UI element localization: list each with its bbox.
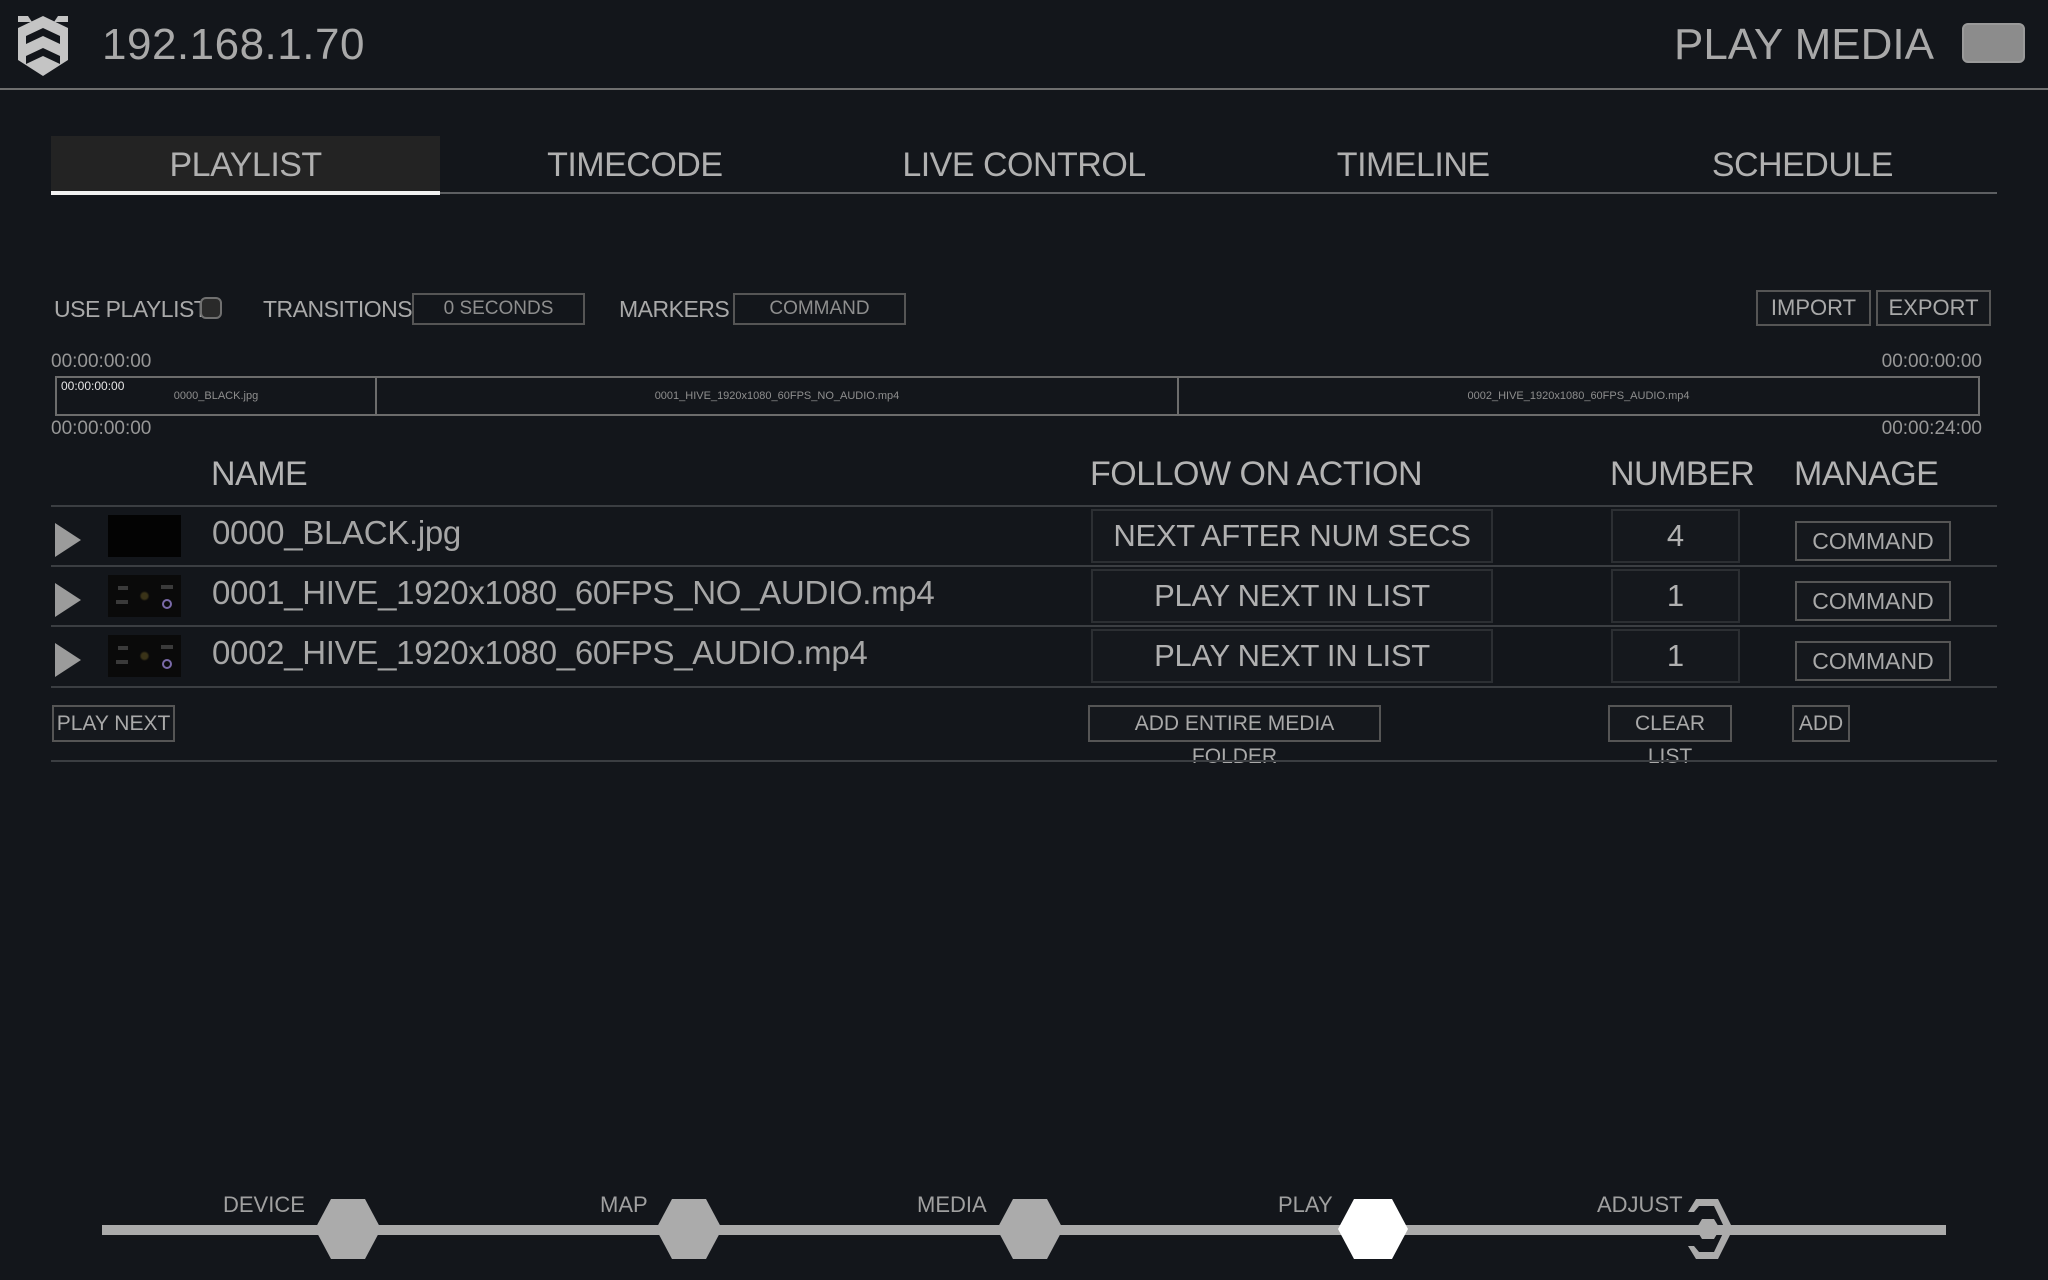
number-input[interactable]: 1	[1611, 629, 1740, 683]
media-thumbnail	[108, 515, 181, 557]
timeline-end-bottom: 00:00:24:00	[1881, 418, 1982, 439]
tab-timecode[interactable]: TIMECODE	[440, 136, 829, 192]
command-button[interactable]: COMMAND	[1795, 521, 1951, 561]
nav-label-media[interactable]: MEDIA	[917, 1192, 987, 1218]
markers-label: MARKERS	[619, 296, 730, 322]
hive-logo-icon	[18, 16, 68, 76]
segment-label: 0000_BLACK.jpg	[173, 390, 259, 402]
menu-toggle-button[interactable]	[1962, 23, 2025, 63]
media-name: 0001_HIVE_1920x1080_60FPS_NO_AUDIO.mp4	[212, 574, 935, 611]
import-button[interactable]: IMPORT	[1756, 290, 1871, 326]
follow-on-action-select[interactable]: PLAY NEXT IN LIST	[1091, 569, 1493, 623]
column-header-manage: MANAGE	[1794, 455, 1939, 493]
tab-schedule[interactable]: SCHEDULE	[1608, 136, 1997, 192]
markers-field[interactable]: COMMAND	[733, 293, 906, 325]
divider	[51, 760, 1997, 762]
tab-bar: PLAYLIST TIMECODE LIVE CONTROL TIMELINE …	[51, 136, 1997, 195]
table-row: 0000_BLACK.jpg NEXT AFTER NUM SECS 4 COM…	[51, 506, 1997, 566]
export-button[interactable]: EXPORT	[1876, 290, 1991, 326]
column-header-number: NUMBER	[1610, 455, 1755, 493]
number-input[interactable]: 1	[1611, 569, 1740, 623]
command-button[interactable]: COMMAND	[1795, 581, 1951, 621]
transitions-field[interactable]: 0 SECONDS	[412, 293, 585, 325]
add-entire-media-folder-button[interactable]: ADD ENTIRE MEDIA FOLDER	[1088, 705, 1381, 768]
timeline-segment[interactable]: 0001_HIVE_1920x1080_60FPS_NO_AUDIO.mp4	[377, 378, 1179, 414]
follow-on-action-select[interactable]: NEXT AFTER NUM SECS	[1091, 509, 1493, 563]
nav-media-hex-icon[interactable]	[996, 1198, 1064, 1260]
column-header-follow-on-action: FOLLOW ON ACTION	[1090, 455, 1423, 493]
timeline-segment[interactable]: 0002_HIVE_1920x1080_60FPS_AUDIO.mp4	[1179, 378, 1978, 414]
nav-label-map[interactable]: MAP	[600, 1192, 648, 1218]
tab-playlist[interactable]: PLAYLIST	[51, 136, 441, 195]
tab-live-control[interactable]: LIVE CONTROL	[829, 136, 1218, 192]
clear-list-button[interactable]: CLEAR LIST	[1608, 705, 1732, 768]
play-icon[interactable]	[55, 523, 81, 557]
divider	[51, 686, 1997, 688]
transitions-label: TRANSITIONS	[263, 296, 413, 322]
timeline-start-bottom: 00:00:00:00	[51, 418, 152, 439]
playlist-timeline-strip[interactable]: 00:00:00:00 0000_BLACK.jpg 0001_HIVE_192…	[55, 376, 1980, 416]
device-ip-address: 192.168.1.70	[102, 20, 365, 69]
media-name: 0002_HIVE_1920x1080_60FPS_AUDIO.mp4	[212, 634, 868, 671]
table-row: 0002_HIVE_1920x1080_60FPS_AUDIO.mp4 PLAY…	[51, 626, 1997, 686]
nav-label-adjust[interactable]: ADJUST	[1597, 1192, 1683, 1218]
nav-label-device[interactable]: DEVICE	[223, 1192, 305, 1218]
add-button[interactable]: ADD	[1792, 705, 1850, 742]
number-input[interactable]: 4	[1611, 509, 1740, 563]
follow-on-action-select[interactable]: PLAY NEXT IN LIST	[1091, 629, 1493, 683]
use-playlist-label: USE PLAYLIST	[54, 296, 208, 322]
play-icon[interactable]	[55, 583, 81, 617]
play-icon[interactable]	[55, 643, 81, 677]
timeline-segment[interactable]: 00:00:00:00 0000_BLACK.jpg	[57, 378, 377, 414]
nav-play-hex-icon[interactable]	[1337, 1198, 1409, 1260]
column-header-name: NAME	[211, 455, 308, 493]
timeline-start-top: 00:00:00:00	[51, 351, 152, 372]
command-button[interactable]: COMMAND	[1795, 641, 1951, 681]
bottom-navigation: DEVICE MAP MEDIA PLAY ADJUST	[0, 1180, 2048, 1280]
top-header: 192.168.1.70 PLAY MEDIA	[0, 0, 2048, 90]
tab-timeline[interactable]: TIMELINE	[1219, 136, 1608, 192]
nav-adjust-wrench-icon[interactable]	[1684, 1198, 1734, 1260]
nav-device-hex-icon[interactable]	[314, 1198, 382, 1260]
page-label: PLAY MEDIA	[1673, 20, 1934, 69]
table-row: 0001_HIVE_1920x1080_60FPS_NO_AUDIO.mp4 P…	[51, 566, 1997, 626]
segment-label: 0001_HIVE_1920x1080_60FPS_NO_AUDIO.mp4	[654, 390, 900, 402]
play-next-button[interactable]: PLAY NEXT	[52, 705, 175, 742]
nav-map-hex-icon[interactable]	[655, 1198, 723, 1260]
playhead-timecode: 00:00:00:00	[61, 379, 125, 393]
timeline-end-top: 00:00:00:00	[1881, 351, 1982, 372]
nav-label-play[interactable]: PLAY	[1278, 1192, 1333, 1218]
media-thumbnail	[108, 635, 181, 677]
use-playlist-checkbox[interactable]	[200, 297, 222, 319]
segment-label: 0002_HIVE_1920x1080_60FPS_AUDIO.mp4	[1467, 390, 1690, 402]
media-thumbnail	[108, 575, 181, 617]
media-name: 0000_BLACK.jpg	[212, 514, 461, 551]
